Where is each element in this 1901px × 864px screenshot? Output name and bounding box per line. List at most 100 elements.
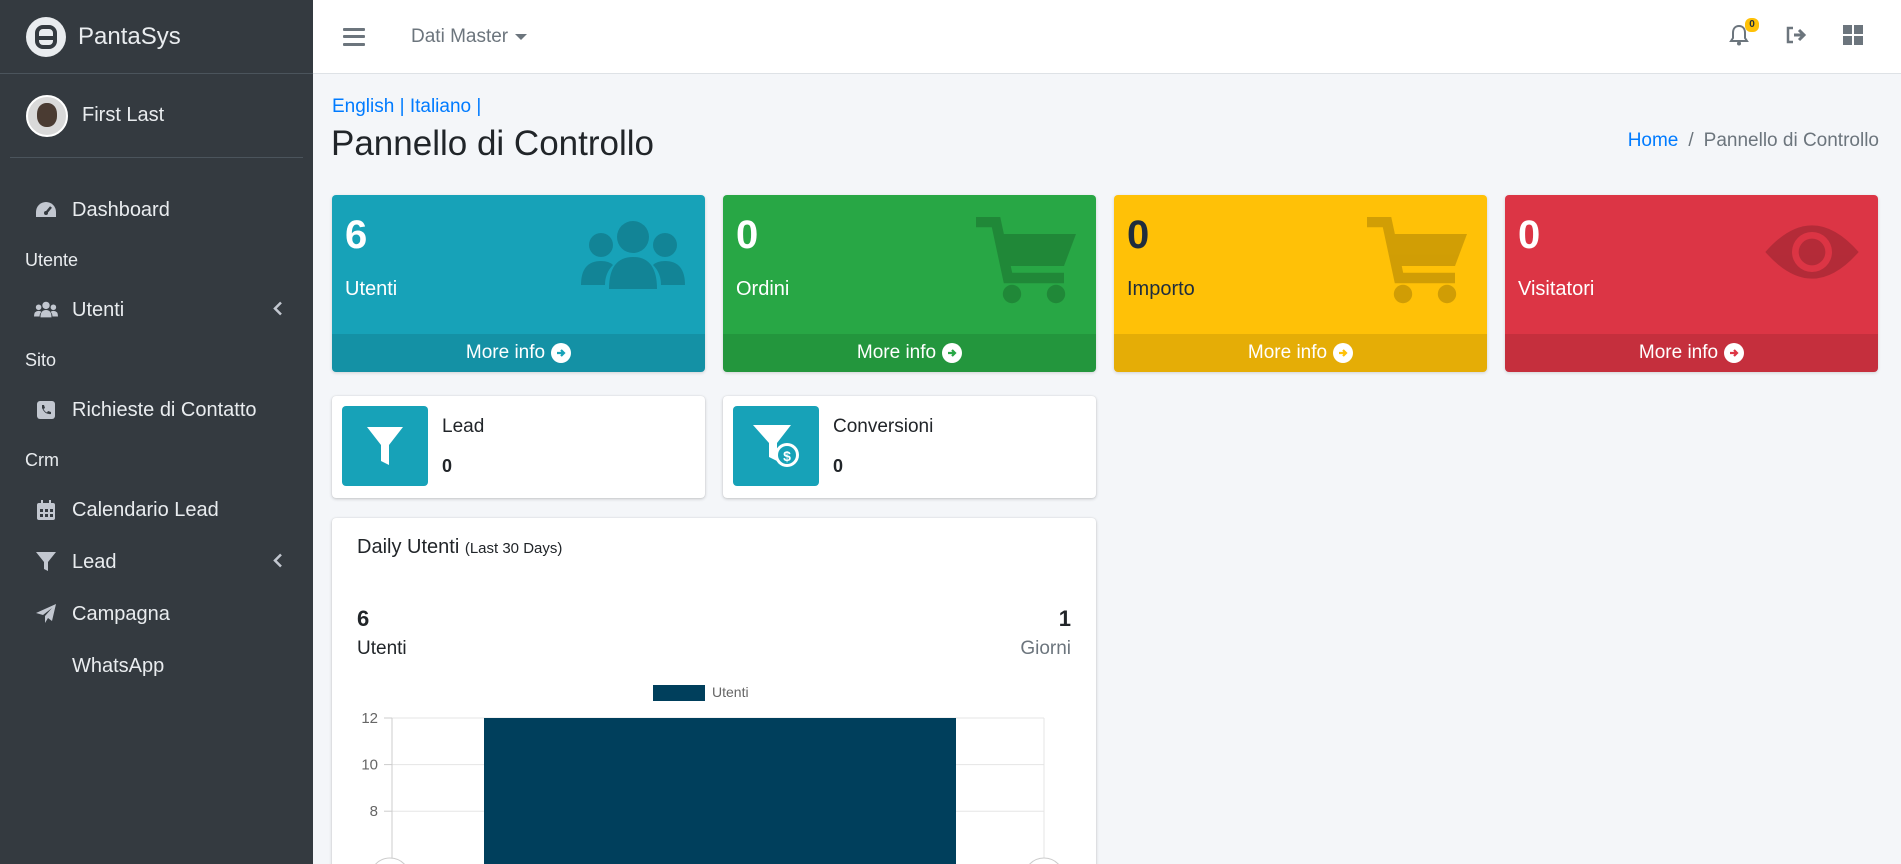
svg-text:$: $ <box>783 448 791 464</box>
info-box-label: Conversioni <box>833 416 934 437</box>
shopping-cart-icon <box>1367 216 1471 312</box>
apps-button[interactable] <box>1843 24 1863 50</box>
phone-square-icon <box>34 398 58 422</box>
bar-utenti[interactable] <box>484 718 956 864</box>
more-info-link[interactable]: More info <box>1114 334 1487 372</box>
nav-header-utente: Utente <box>25 249 79 270</box>
brand-name: PantaSys <box>78 22 181 50</box>
more-info-link[interactable]: More info <box>1505 334 1878 372</box>
sidebar-item-richieste-di-contatto[interactable]: Richieste di Contatto <box>0 384 313 436</box>
small-box-ordini: 0 Ordini More info <box>723 195 1096 372</box>
tachometer-icon <box>34 198 58 222</box>
sidebar-item-label: Utenti <box>72 298 125 321</box>
breadcrumb-current: Pannello di Controllo <box>1703 130 1879 151</box>
y-tick-label: 10 <box>361 757 378 774</box>
eye-icon <box>1762 217 1862 292</box>
y-tick-label: 8 <box>370 803 378 820</box>
user-panel[interactable]: First Last <box>10 74 303 158</box>
more-info-link[interactable]: More info <box>332 334 705 372</box>
days-value: 1 <box>1058 606 1071 631</box>
card-title-text: Daily Utenti <box>357 536 460 558</box>
nav-header-sito: Sito <box>25 349 57 370</box>
sidebar-item-campagna[interactable]: Campagna <box>0 588 313 640</box>
arrow-circle-right-icon <box>1333 343 1354 363</box>
arrow-circle-right-icon <box>1724 343 1745 363</box>
info-box-conversioni: $ Conversioni 0 <box>723 396 1096 498</box>
info-box-label: Lead <box>442 416 485 437</box>
sidebar-item-whatsapp[interactable]: WhatsApp <box>0 640 313 692</box>
card-subtitle: (Last 30 Days) <box>464 540 563 557</box>
small-box-value: 0 <box>736 213 759 257</box>
sidebar-item-calendario-lead[interactable]: Calendario Lead <box>0 484 313 536</box>
lang-separator: | <box>476 96 482 117</box>
filter-icon <box>34 550 58 574</box>
daily-users-chart: Utenti 8 10 12 <box>361 684 1064 864</box>
chart-nav-left-button[interactable] <box>370 857 410 864</box>
sidebar-item-dashboard[interactable]: Dashboard <box>0 184 313 236</box>
top-navbar: Dati Master 0 <box>313 0 1901 74</box>
filter-icon <box>342 406 428 486</box>
users-icon <box>34 298 58 322</box>
grid-icon <box>1843 24 1863 45</box>
small-box-visitatori: 0 Visitatori More info <box>1505 195 1878 372</box>
days-label: Giorni <box>1020 638 1071 659</box>
sidebar-item-lead[interactable]: Lead <box>0 536 313 588</box>
arrow-circle-right-icon <box>551 343 572 363</box>
language-switcher: English | Italiano | <box>332 96 481 118</box>
lang-separator: | <box>399 96 405 117</box>
chevron-left-icon <box>273 299 283 322</box>
sidebar-item-label: Calendario Lead <box>72 498 219 521</box>
sidebar-item-label: WhatsApp <box>72 654 165 677</box>
caret-down-icon <box>515 33 528 40</box>
more-info-label: More info <box>1638 342 1719 363</box>
content-wrapper: English | Italiano | Pannello di Control… <box>313 74 1901 864</box>
more-info-label: More info <box>1247 342 1328 363</box>
info-box-value: 0 <box>833 456 844 476</box>
y-tick-label: 12 <box>361 710 378 727</box>
sidebar: PantaSys First Last Dashboard Utente Utent… <box>0 0 313 864</box>
sidebar-item-label: Richieste di Contatto <box>72 398 257 421</box>
user-name: First Last <box>82 104 165 126</box>
small-box-label: Ordini <box>736 278 790 300</box>
notifications-button[interactable]: 0 <box>1729 17 1759 51</box>
more-info-label: More info <box>856 342 937 363</box>
breadcrumb-home-link[interactable]: Home <box>1628 130 1679 152</box>
more-info-link[interactable]: More info <box>723 334 1096 372</box>
sidebar-item-utenti[interactable]: Utenti <box>0 284 313 336</box>
small-box-label: Importo <box>1127 278 1195 300</box>
arrow-circle-right-icon <box>942 343 963 363</box>
daily-users-card: Daily Utenti (Last 30 Days) 6 Utenti 1 G… <box>332 518 1096 864</box>
small-box-label: Visitatori <box>1518 278 1595 300</box>
small-box-utenti: 6 Utenti More info <box>332 195 705 372</box>
legend-swatch <box>653 685 705 701</box>
blank-icon <box>34 654 58 678</box>
nav-header-crm: Crm <box>25 449 59 470</box>
users-icon <box>577 217 689 302</box>
page-title: Pannello di Controllo <box>331 124 654 163</box>
chart-nav-right-button[interactable] <box>1024 857 1064 864</box>
legend-label: Utenti <box>712 684 749 700</box>
paper-plane-icon <box>34 602 58 626</box>
breadcrumb: Home / Pannello di Controllo <box>1628 130 1879 152</box>
small-box-value: 6 <box>345 213 368 257</box>
sign-out-icon <box>1786 26 1807 43</box>
logout-button[interactable] <box>1785 25 1807 50</box>
sidebar-nav: Dashboard Utente Utenti Sito Richieste di Co… <box>0 158 313 692</box>
users-total-value: 6 <box>357 606 370 631</box>
more-info-label: More info <box>465 342 546 363</box>
sidebar-item-label: Lead <box>72 550 117 573</box>
small-box-importo: 0 Importo More info <box>1114 195 1487 372</box>
lang-italiano-link[interactable]: Italiano <box>410 96 471 117</box>
sidebar-item-label: Dashboard <box>72 198 170 221</box>
brand-logo-icon <box>26 16 66 57</box>
card-title: Daily Utenti (Last 30 Days) <box>357 536 562 559</box>
calendar-icon <box>34 498 58 522</box>
notification-badge: 0 <box>1745 17 1759 32</box>
dati-master-dropdown[interactable]: Dati Master <box>411 26 528 48</box>
info-box-lead: Lead 0 <box>332 396 705 498</box>
menu-toggle-icon[interactable] <box>343 27 365 46</box>
small-box-value: 0 <box>1127 213 1150 257</box>
lang-english-link[interactable]: English <box>332 96 394 117</box>
brand-link[interactable]: PantaSys <box>0 0 313 74</box>
users-total-label: Utenti <box>357 638 407 659</box>
